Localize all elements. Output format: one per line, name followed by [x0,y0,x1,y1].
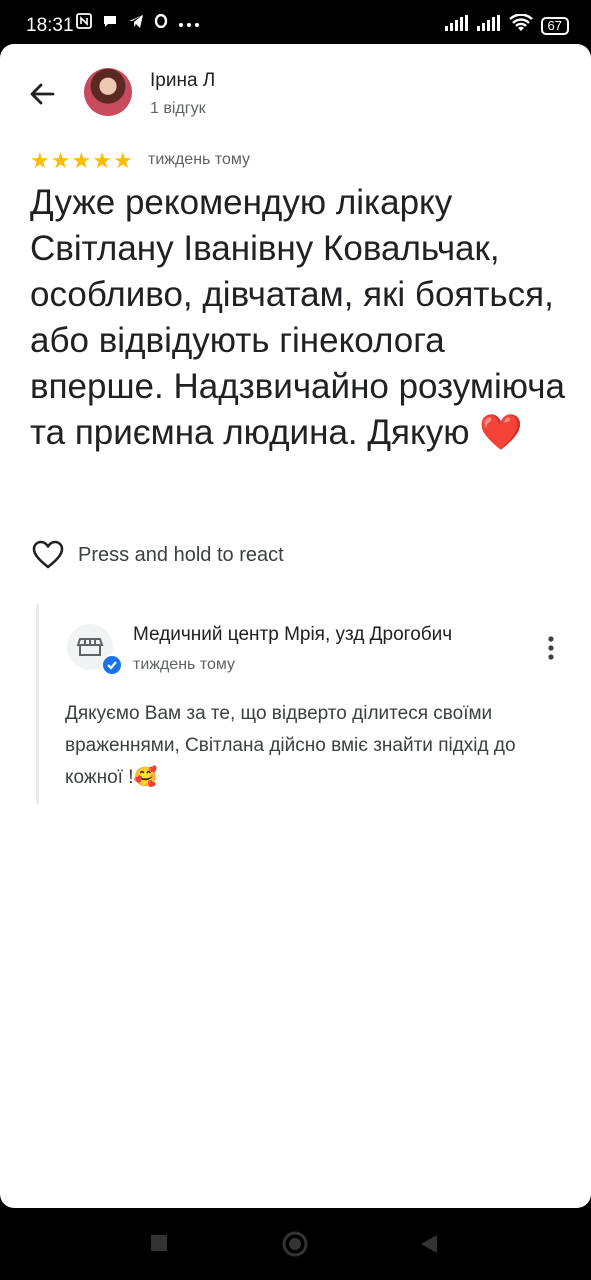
signal-icon [444,15,469,36]
star-icon: ★ [50,148,71,173]
telegram-icon [128,13,144,33]
status-bar: 18:31 67 [0,0,591,46]
more-options-button[interactable] [539,634,563,662]
review-card: Ірина Л 1 відгук ★ ★ ★ ★ ★ тиждень тому … [0,44,591,1208]
business-name[interactable]: Медичний центр Мрія, узд Дрогобич [133,624,523,646]
wifi-icon [508,13,533,37]
system-nav-bar [0,1210,591,1280]
more-vert-icon [548,636,554,660]
reply-text: Дякуємо Вам за те, що відверто ділитеся … [65,703,516,788]
home-button[interactable] [282,1231,308,1262]
recents-button[interactable] [150,1234,168,1257]
back-nav-button[interactable] [420,1234,438,1259]
more-dots-icon [178,15,200,32]
star-rating: ★ ★ ★ ★ ★ [30,150,133,172]
opera-icon [154,13,168,32]
author-name[interactable]: Ірина Л [150,70,215,92]
nfc-icon [76,13,92,33]
triangle-back-icon [421,1235,437,1253]
star-icon: ★ [92,148,112,173]
heart-outline-icon [32,540,64,569]
react-label: Press and hold to react [78,543,284,566]
square-icon [151,1235,167,1251]
owner-reply: Медичний центр Мрія, узд Дрогобич тижден… [36,604,579,804]
author-reviews-count: 1 відгук [150,100,206,117]
arrow-left-icon [30,83,55,105]
star-icon: ★ [30,148,50,173]
battery-icon: 67 [540,16,569,35]
back-button[interactable] [26,78,58,110]
verified-check-icon [101,654,123,676]
review-text: Дуже рекомендую лікарку Світлану Іванівн… [30,183,565,452]
circle-icon [282,1231,308,1257]
react-button[interactable]: Press and hold to react [32,540,284,570]
star-icon: ★ [71,148,92,173]
notification-icons [76,13,200,33]
reply-time: тиждень тому [133,656,236,673]
star-icon: ★ [112,148,133,173]
status-time: 18:31 [26,15,74,36]
author-avatar[interactable] [84,68,132,116]
chat-icon [102,13,118,33]
signal-icon [476,15,501,36]
review-time: тиждень тому [148,151,251,168]
system-icons: 67 [444,13,569,37]
